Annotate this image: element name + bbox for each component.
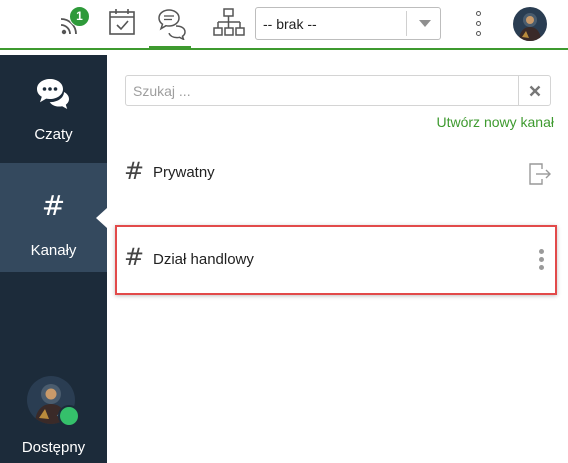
more-options-icon[interactable]: [470, 9, 488, 39]
user-avatar[interactable]: [513, 7, 547, 41]
active-tab-indicator: [149, 46, 191, 49]
leave-channel-icon[interactable]: [527, 161, 553, 192]
kebab-menu-icon[interactable]: [538, 249, 546, 273]
create-channel-link[interactable]: Utwórz nowy kanał: [437, 114, 555, 130]
status-select-value: -- brak --: [263, 16, 317, 32]
channel-item-dzial-handlowy[interactable]: # Dział handlowy: [115, 225, 557, 295]
active-item-pointer: [96, 208, 107, 228]
channel-name: Dział handlowy: [153, 251, 254, 268]
search-input[interactable]: [126, 76, 523, 105]
hash-icon: #: [124, 157, 145, 185]
sidebar-item-czaty[interactable]: Czaty: [0, 55, 107, 163]
online-status-dot: [58, 405, 80, 427]
calendar-icon[interactable]: [106, 6, 140, 40]
chat-bubbles-icon: [35, 77, 71, 118]
chat-icon[interactable]: [155, 6, 189, 40]
sidebar: Czaty # Kanały Dostępny: [0, 55, 107, 463]
channel-search: [125, 75, 551, 106]
hash-icon: #: [124, 243, 145, 271]
clear-search-button[interactable]: [518, 76, 551, 105]
close-icon: [529, 85, 541, 97]
sidebar-item-label: Czaty: [34, 126, 73, 143]
top-bar: 1 -- brak --: [0, 0, 568, 50]
chevron-down-icon[interactable]: [419, 20, 431, 27]
notification-badge: 1: [69, 6, 90, 27]
user-status-label[interactable]: Dostępny: [0, 439, 107, 456]
channel-name: Prywatny: [153, 164, 215, 181]
select-divider: [406, 11, 407, 36]
hash-icon: #: [41, 189, 66, 222]
channel-item-prywatny[interactable]: # Prywatny: [115, 148, 557, 198]
org-chart-icon[interactable]: [212, 6, 246, 40]
sidebar-item-label: Kanały: [30, 242, 77, 259]
status-select[interactable]: -- brak --: [255, 7, 441, 40]
sidebar-item-kanaly[interactable]: # Kanały: [0, 163, 107, 272]
